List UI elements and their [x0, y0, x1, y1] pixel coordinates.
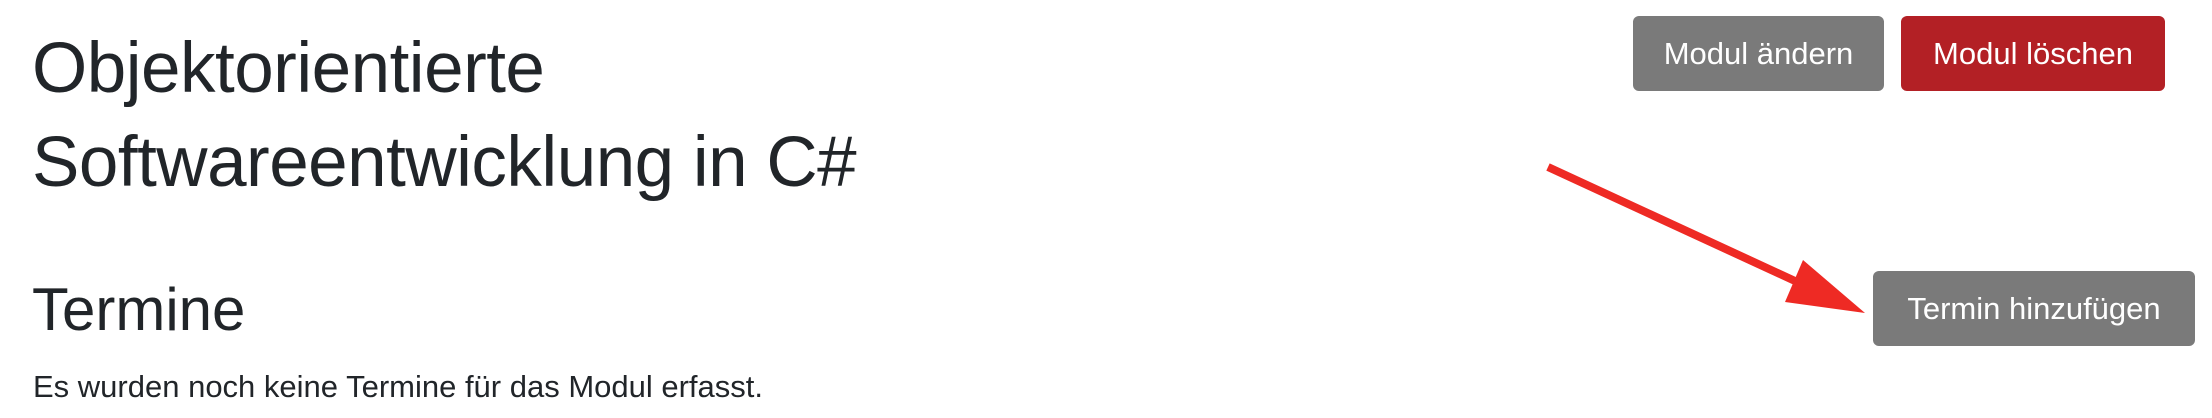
page-title: Objektorientierte Softwareentwicklung in… [32, 29, 857, 202]
appointments-heading: Termine [32, 276, 246, 343]
red-arrow-icon [1546, 163, 1865, 313]
empty-appointments-message: Es wurden noch keine Termine für das Mod… [33, 369, 764, 404]
add-appointment-button[interactable]: Termin hinzufügen [1873, 271, 2195, 346]
delete-module-button[interactable]: Modul löschen [1901, 16, 2165, 91]
edit-module-button[interactable]: Modul ändern [1633, 16, 1884, 91]
